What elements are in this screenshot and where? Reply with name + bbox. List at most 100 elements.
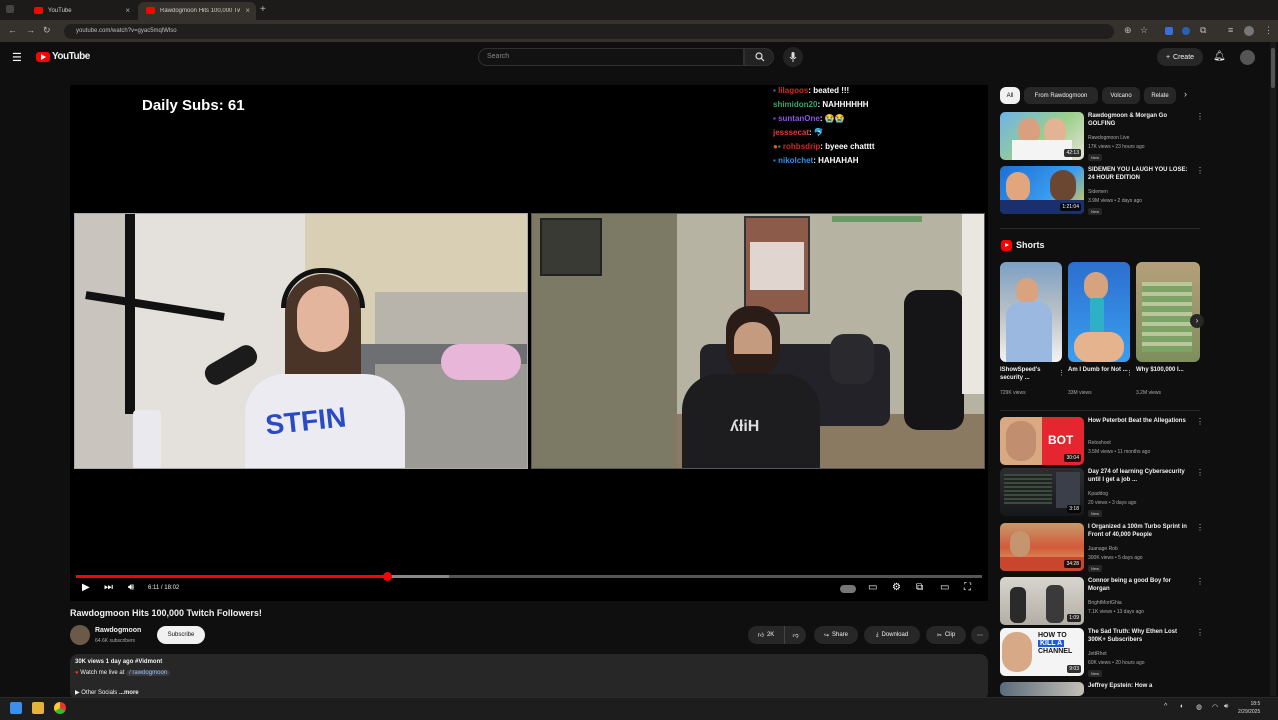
url-field[interactable]: youtube.com/watch?v=gyac5mqlWlso	[64, 24, 1114, 39]
chip-related[interactable]: Relate	[1144, 87, 1176, 104]
wifi-icon[interactable]: ◠	[1212, 703, 1218, 711]
settings-gear-icon[interactable]: ⚙︎	[892, 582, 901, 593]
search-button[interactable]	[744, 48, 774, 66]
video-title[interactable]: SIDEMEN YOU LAUGH YOU LOSE: 24 HOUR EDIT…	[1088, 166, 1192, 182]
extension-icon[interactable]	[1165, 27, 1173, 35]
channel-name[interactable]: Sidemen	[1088, 189, 1108, 195]
tray-chevron-up-icon[interactable]: ^	[1164, 703, 1167, 710]
back-icon[interactable]: ←	[8, 25, 17, 35]
puzzle-icon[interactable]: ⧉	[1200, 25, 1206, 36]
bookmark-star-icon[interactable]: ☆	[1140, 25, 1148, 36]
short-thumbnail[interactable]	[1000, 262, 1062, 362]
video-title[interactable]: How Peterbot Beat the Allegations	[1088, 417, 1192, 425]
more-vertical-icon[interactable]: ⋮	[1126, 369, 1133, 377]
video-title[interactable]: Connor being a good Boy for Morgan	[1088, 577, 1192, 593]
channel-name[interactable]: Rawdogmoon	[95, 627, 141, 634]
show-more-link[interactable]: ...more	[119, 690, 139, 696]
theater-mode-icon[interactable]: ▭	[940, 582, 949, 593]
browser-tab-youtube[interactable]: YouTube ×	[26, 2, 136, 20]
video-title[interactable]: Day 274 of learning Cybersecurity until …	[1088, 468, 1192, 484]
recommended-video[interactable]: 1:09 Connor being a good Boy for Morgan …	[1000, 577, 1204, 627]
tray-icon[interactable]: ◐	[1180, 703, 1184, 710]
fullscreen-icon[interactable]: ⛶	[964, 582, 971, 593]
chevron-right-icon[interactable]: ›	[1184, 89, 1187, 99]
chrome-icon[interactable]	[54, 702, 66, 714]
play-icon[interactable]: ▶	[82, 582, 90, 593]
close-icon[interactable]: ×	[245, 6, 250, 15]
youtube-logo-icon[interactable]	[36, 52, 50, 62]
profile-avatar[interactable]	[1244, 26, 1254, 36]
channel-name[interactable]: Kpaddog	[1088, 491, 1108, 497]
tray-icon[interactable]: ◍	[1196, 703, 1202, 711]
clip-button[interactable]: ✂ Clip	[926, 626, 966, 644]
windows-start-icon[interactable]	[10, 702, 22, 714]
video-thumbnail[interactable]: 1:09	[1000, 577, 1084, 625]
short-thumbnail[interactable]	[1136, 262, 1200, 362]
autoplay-toggle[interactable]	[840, 585, 856, 593]
video-thumbnail[interactable]: 1:21:04	[1000, 166, 1084, 214]
channel-name[interactable]: BrightMortGhia	[1088, 600, 1122, 606]
video-thumbnail[interactable]: 3:18	[1000, 468, 1084, 516]
video-title[interactable]: I Organized a 100m Turbo Sprint in Front…	[1088, 523, 1192, 539]
share-button[interactable]: ↪ Share	[814, 626, 858, 644]
volume-icon[interactable]: 🔊︎	[1224, 703, 1228, 711]
search-input[interactable]: Search	[478, 48, 744, 66]
video-title[interactable]: The Sad Truth: Why Ethen Lost 300K+ Subs…	[1088, 628, 1192, 644]
video-thumbnail[interactable]: BOT 30:04	[1000, 417, 1084, 465]
close-icon[interactable]: ×	[125, 6, 130, 15]
recommended-video[interactable]: 34:28 I Organized a 100m Turbo Sprint in…	[1000, 523, 1204, 573]
short-title[interactable]: Why $100,000 I...	[1136, 366, 1196, 374]
channel-name[interactable]: JettRhet	[1088, 651, 1107, 657]
recommended-video[interactable]: 3:18 Day 274 of learning Cybersecurity u…	[1000, 468, 1204, 518]
download-button[interactable]: ⤓ Download	[864, 626, 920, 644]
recommended-video[interactable]: Jeffrey Epstein: How a	[1000, 682, 1200, 696]
account-avatar[interactable]	[1240, 50, 1255, 65]
more-vertical-icon[interactable]: ⋮	[1196, 166, 1204, 175]
more-vertical-icon[interactable]: ⋮	[1058, 369, 1065, 377]
short-title[interactable]: IShowSpeed's security ...	[1000, 366, 1060, 382]
forward-icon[interactable]: →	[26, 25, 35, 35]
new-tab-icon[interactable]: +	[260, 4, 266, 15]
volume-icon[interactable]: 🔊︎	[128, 582, 134, 593]
hamburger-menu-icon[interactable]: ☰	[12, 51, 22, 64]
browser-menu-icon[interactable]: ⋮	[1264, 25, 1273, 36]
recommended-video[interactable]: 1:21:04 SIDEMEN YOU LAUGH YOU LOSE: 24 H…	[1000, 166, 1204, 216]
recommended-video[interactable]: HOW TO KILL A CHANNEL 9:03 The Sad Truth: …	[1000, 628, 1204, 678]
video-title[interactable]: Jeffrey Epstein: How a	[1088, 682, 1192, 690]
subtitles-icon[interactable]: ▭	[868, 582, 877, 593]
install-app-icon[interactable]: ⊕	[1124, 25, 1132, 36]
scrubber-handle[interactable]	[382, 572, 392, 581]
short-thumbnail[interactable]	[1068, 262, 1130, 362]
more-vertical-icon[interactable]: ⋮	[1196, 577, 1204, 586]
more-vertical-icon[interactable]: ⋮	[1196, 417, 1204, 426]
system-clock[interactable]: 18:5 2/29/2025	[1238, 700, 1260, 716]
subscribe-button[interactable]: Subscribe	[157, 626, 205, 644]
page-scrollbar[interactable]	[1270, 42, 1276, 696]
reload-icon[interactable]: ↻	[43, 25, 51, 36]
voice-search-button[interactable]	[783, 47, 803, 67]
progress-bar[interactable]	[76, 572, 982, 581]
video-title[interactable]: Rawdogmoon & Morgan Go GOLFING	[1088, 112, 1192, 128]
browser-tab-active[interactable]: Rawdogmoon Hits 100,000 Twi... ×	[138, 2, 256, 20]
miniplayer-icon[interactable]: ⧉	[916, 582, 923, 593]
video-thumbnail[interactable]	[1000, 682, 1084, 696]
channel-avatar[interactable]	[70, 625, 90, 645]
dislike-button[interactable]: 👎︎	[784, 626, 806, 644]
scrollbar-thumb[interactable]	[1271, 48, 1275, 88]
recommended-video[interactable]: 42:13 Rawdogmoon & Morgan Go GOLFING Raw…	[1000, 112, 1204, 162]
create-button[interactable]: + Create	[1157, 48, 1203, 66]
twitch-link[interactable]: / rawdogmoon	[126, 670, 171, 676]
video-thumbnail[interactable]: 42:13	[1000, 112, 1084, 160]
chip-all[interactable]: All	[1000, 87, 1020, 104]
chip-volcano[interactable]: Volcano	[1102, 87, 1140, 104]
more-vertical-icon[interactable]: ⋮	[1196, 112, 1204, 121]
next-icon[interactable]: ⏭︎	[104, 582, 113, 593]
like-button[interactable]: 👍︎ 2K	[748, 626, 784, 644]
reading-list-icon[interactable]: ≡	[1228, 25, 1233, 35]
file-explorer-icon[interactable]	[32, 702, 44, 714]
video-thumbnail[interactable]: 34:28	[1000, 523, 1084, 571]
notifications-bell-icon[interactable]: 🔔︎	[1213, 51, 1226, 62]
more-vertical-icon[interactable]: ⋮	[1196, 628, 1204, 637]
description-box[interactable]	[70, 654, 988, 700]
channel-name[interactable]: Rawdogmoon Live	[1088, 135, 1129, 141]
